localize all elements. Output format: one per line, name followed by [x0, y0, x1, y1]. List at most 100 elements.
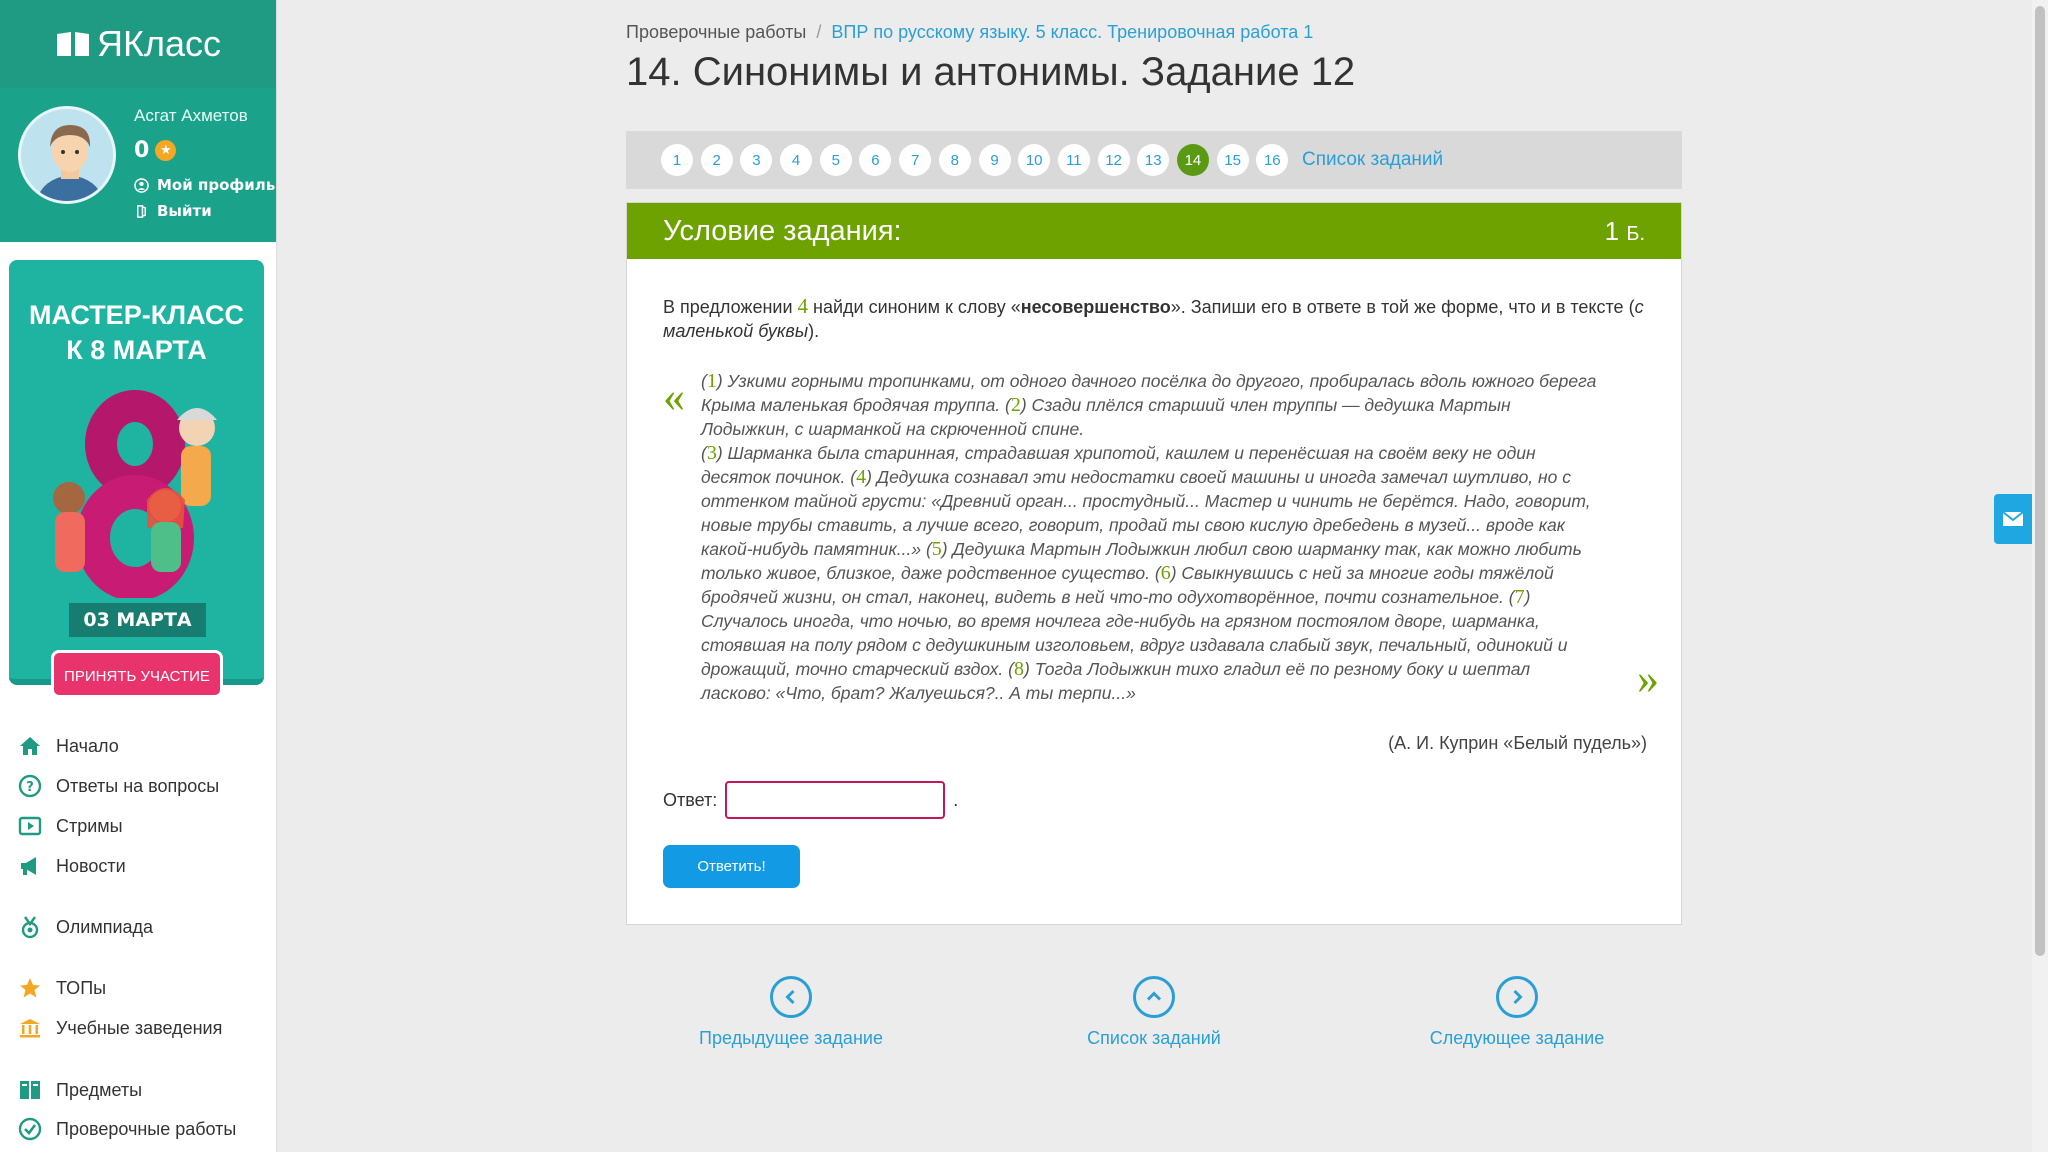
promo-illustration	[53, 390, 217, 598]
page-button-11[interactable]: 11	[1057, 144, 1090, 176]
sidebar-item-subjects[interactable]: Предметы	[18, 1078, 142, 1102]
task-pager: 1 2 3 4 5 6 7 8 9 10 11 12 13 14 15 16 С…	[626, 131, 1682, 189]
sidebar-item-schools[interactable]: Учебные заведения	[18, 1016, 222, 1040]
quote-open-mark: «	[663, 372, 685, 421]
submit-answer-button[interactable]: Ответить!	[663, 845, 800, 888]
my-profile-label: Мой профиль	[157, 176, 276, 194]
task-instruction: В предложении 4 найди синоним к слову «н…	[663, 294, 1653, 343]
instruction-text: ).	[808, 321, 820, 341]
school-icon	[20, 1019, 40, 1038]
answer-input[interactable]	[725, 781, 946, 819]
task-list-bottom-link[interactable]: Список заданий	[1034, 976, 1274, 1049]
page-button-7[interactable]: 7	[899, 144, 932, 176]
promo-title-line1: МАСТЕР-КЛАСС	[29, 300, 244, 330]
task-header: Условие задания: 1 Б.	[627, 203, 1681, 259]
books-icon	[20, 1081, 40, 1099]
page-button-6[interactable]: 6	[859, 144, 892, 176]
sidebar-item-news[interactable]: Новости	[18, 854, 126, 878]
page-button-13[interactable]: 13	[1137, 144, 1170, 176]
text-passage: (1) Узкими горными тропинками, от одного…	[701, 369, 1601, 705]
task-card: Условие задания: 1 Б. В предложении 4 на…	[626, 202, 1682, 925]
play-icon	[18, 816, 42, 836]
sidebar-item-streams[interactable]: Стримы	[18, 814, 123, 838]
sidebar-item-label: Олимпиада	[56, 916, 154, 937]
instruction-text: найди синоним к слову «	[808, 297, 1021, 317]
star-icon	[20, 978, 40, 998]
logo-text: ЯКласс	[97, 23, 221, 64]
prev-task-label: Предыдущее задание	[699, 1028, 883, 1048]
sidebar-item-label: Предметы	[56, 1079, 143, 1100]
next-task-label: Следующее задание	[1429, 1028, 1605, 1048]
promo-join-button[interactable]: ПРИНЯТЬ УЧАСТИЕ	[51, 650, 223, 698]
sidebar-item-home[interactable]: Начало	[18, 734, 119, 758]
home-icon	[20, 737, 40, 755]
mail-icon	[2002, 511, 2024, 526]
page-button-14-active[interactable]: 14	[1176, 144, 1209, 176]
logo[interactable]: ЯКласс	[0, 0, 276, 88]
sidebar-item-answers[interactable]: ? Ответы на вопросы	[18, 774, 219, 798]
task-header-title: Условие задания:	[663, 214, 902, 247]
page-button-3[interactable]: 3	[740, 144, 773, 176]
answer-suffix: .	[953, 789, 959, 810]
sidebar-item-label: Проверочные работы	[56, 1118, 237, 1139]
question-icon: ?	[18, 774, 42, 798]
avatar-image	[21, 109, 113, 201]
user-circle-icon	[134, 177, 149, 193]
user-name[interactable]: Асгат Ахметов	[134, 106, 248, 126]
sidebar-item-label: Новости	[56, 855, 126, 876]
instruction-text: В предложении	[663, 297, 798, 317]
sidebar-item-tests[interactable]: Проверочные работы	[18, 1117, 236, 1141]
my-profile-link[interactable]: Мой профиль	[134, 176, 275, 194]
instruction-target-word: несовершенство	[1020, 297, 1171, 317]
task-points-unit: Б.	[1626, 222, 1645, 245]
breadcrumb: Проверочные работы / ВПР по русскому язы…	[626, 22, 1313, 43]
sidebar-item-olympiad[interactable]: Олимпиада	[18, 915, 153, 939]
page-button-8[interactable]: 8	[938, 144, 971, 176]
page-button-12[interactable]: 12	[1097, 144, 1130, 176]
chevron-up-icon	[1133, 976, 1175, 1018]
sidebar-item-label: Начало	[56, 735, 119, 756]
medal-icon	[21, 916, 39, 939]
chevron-right-icon	[1496, 976, 1538, 1018]
breadcrumb-separator: /	[816, 22, 822, 42]
avatar[interactable]	[18, 106, 116, 204]
check-icon	[18, 1117, 42, 1141]
answer-row: Ответ: .	[663, 781, 958, 819]
promo-title: МАСТЕР-КЛАСС К 8 МАРТА	[9, 298, 264, 368]
promo-banner[interactable]: МАСТЕР-КЛАСС К 8 МАРТА 03 МАРТА	[9, 260, 264, 685]
page-button-16[interactable]: 16	[1256, 144, 1289, 176]
page-button-9[interactable]: 9	[978, 144, 1011, 176]
breadcrumb-current[interactable]: ВПР по русскому языку. 5 класс. Трениров…	[831, 22, 1313, 43]
chevron-left-icon	[770, 976, 812, 1018]
task-list-bottom-label: Список заданий	[1087, 1028, 1221, 1048]
promo-title-line2: К 8 МАРТА	[66, 335, 207, 365]
page-button-10[interactable]: 10	[1018, 144, 1051, 176]
prev-task-link[interactable]: Предыдущее задание	[671, 976, 911, 1049]
task-list-link[interactable]: Список заданий	[1302, 149, 1443, 171]
svg-text:?: ?	[26, 780, 34, 795]
page-button-5[interactable]: 5	[819, 144, 852, 176]
instruction-sentence-number: 4	[797, 294, 809, 318]
answer-label: Ответ:	[663, 789, 718, 810]
page-button-15[interactable]: 15	[1216, 144, 1249, 176]
page-title: 14. Синонимы и антонимы. Задание 12	[626, 50, 1356, 94]
page-button-2[interactable]: 2	[700, 144, 733, 176]
star-coin-icon: ★	[155, 140, 177, 161]
feedback-button[interactable]	[1994, 494, 2032, 544]
sidebar-item-tops[interactable]: ТОПы	[18, 976, 106, 1000]
breadcrumb-root[interactable]: Проверочные работы	[626, 22, 806, 43]
instruction-text: ». Запиши его в ответе в той же форме, ч…	[1170, 297, 1635, 317]
page-button-1[interactable]: 1	[661, 144, 693, 176]
profile-panel: Асгат Ахметов 0 ★ Мой профиль Выйти	[0, 88, 276, 242]
next-task-link[interactable]: Следующее задание	[1397, 976, 1637, 1049]
book-icon	[57, 32, 89, 56]
text-source: (А. И. Куприн «Белый пудель»)	[1388, 733, 1647, 753]
sidebar-item-label: Ответы на вопросы	[56, 775, 220, 796]
page-button-4[interactable]: 4	[780, 144, 813, 176]
sidebar-item-label: Стримы	[56, 815, 123, 836]
scrollbar-thumb[interactable]	[2035, 6, 2045, 956]
logout-link[interactable]: Выйти	[134, 202, 212, 220]
points-value: 0	[134, 138, 150, 163]
page-scrollbar[interactable]	[2032, 0, 2048, 1152]
sidebar-item-label: ТОПы	[56, 977, 107, 998]
